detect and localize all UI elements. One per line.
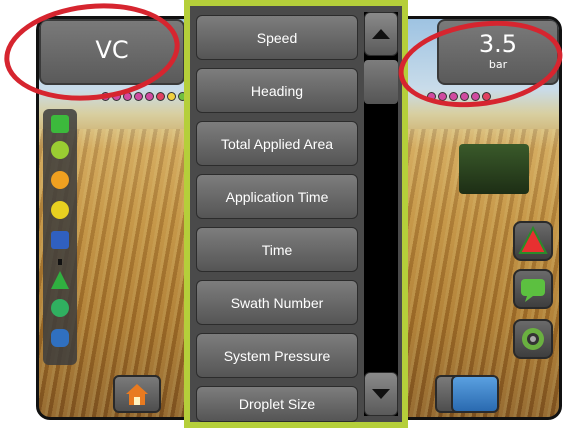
home-icon bbox=[126, 384, 148, 405]
menu-item-droplet-size[interactable]: Droplet Size bbox=[196, 386, 358, 422]
map-view-button[interactable] bbox=[513, 269, 553, 309]
section-dot bbox=[145, 92, 154, 101]
tool-icon[interactable] bbox=[51, 231, 69, 249]
section-dot bbox=[167, 92, 176, 101]
cloud-sync-button[interactable] bbox=[451, 375, 499, 413]
tank-icon[interactable] bbox=[51, 329, 69, 347]
menu-panel: Speed Heading Total Applied Area Applica… bbox=[190, 6, 402, 422]
rate-icon[interactable] bbox=[51, 201, 69, 219]
menu-item-time[interactable]: Time bbox=[196, 227, 358, 272]
home-button[interactable] bbox=[113, 375, 161, 413]
menu-item-speed[interactable]: Speed bbox=[196, 15, 358, 60]
camera-view-button[interactable] bbox=[513, 319, 553, 359]
target-icon bbox=[522, 328, 544, 350]
triangle-up-icon bbox=[372, 29, 390, 39]
scroll-down-button[interactable] bbox=[364, 372, 398, 416]
menu-item-swath-number[interactable]: Swath Number bbox=[196, 280, 358, 325]
guidance-icon[interactable] bbox=[51, 141, 69, 159]
menu-item-application-time[interactable]: Application Time bbox=[196, 174, 358, 219]
arrow-up-icon bbox=[518, 225, 548, 254]
data-selection-menu: Speed Heading Total Applied Area Applica… bbox=[184, 0, 408, 428]
chat-bubble-icon bbox=[521, 279, 545, 302]
pin-triangle-icon[interactable] bbox=[51, 271, 69, 289]
scroll-thumb[interactable] bbox=[364, 60, 398, 104]
boom-icon[interactable] bbox=[51, 115, 69, 133]
menu-item-total-applied-area[interactable]: Total Applied Area bbox=[196, 121, 358, 166]
triangle-down-icon bbox=[372, 389, 390, 399]
separator-icon bbox=[58, 259, 62, 265]
menu-item-heading[interactable]: Heading bbox=[196, 68, 358, 113]
warning-icon[interactable] bbox=[51, 171, 69, 189]
menu-item-system-pressure[interactable]: System Pressure bbox=[196, 333, 358, 378]
combine-harvester-image bbox=[459, 144, 529, 194]
section-dot bbox=[134, 92, 143, 101]
droplet-icon[interactable] bbox=[51, 299, 69, 317]
scroll-up-button[interactable] bbox=[364, 12, 398, 56]
menu-scrollbar[interactable] bbox=[364, 12, 398, 416]
section-dot bbox=[156, 92, 165, 101]
navigation-arrow-button[interactable] bbox=[513, 221, 553, 261]
left-toolbar bbox=[43, 109, 77, 365]
